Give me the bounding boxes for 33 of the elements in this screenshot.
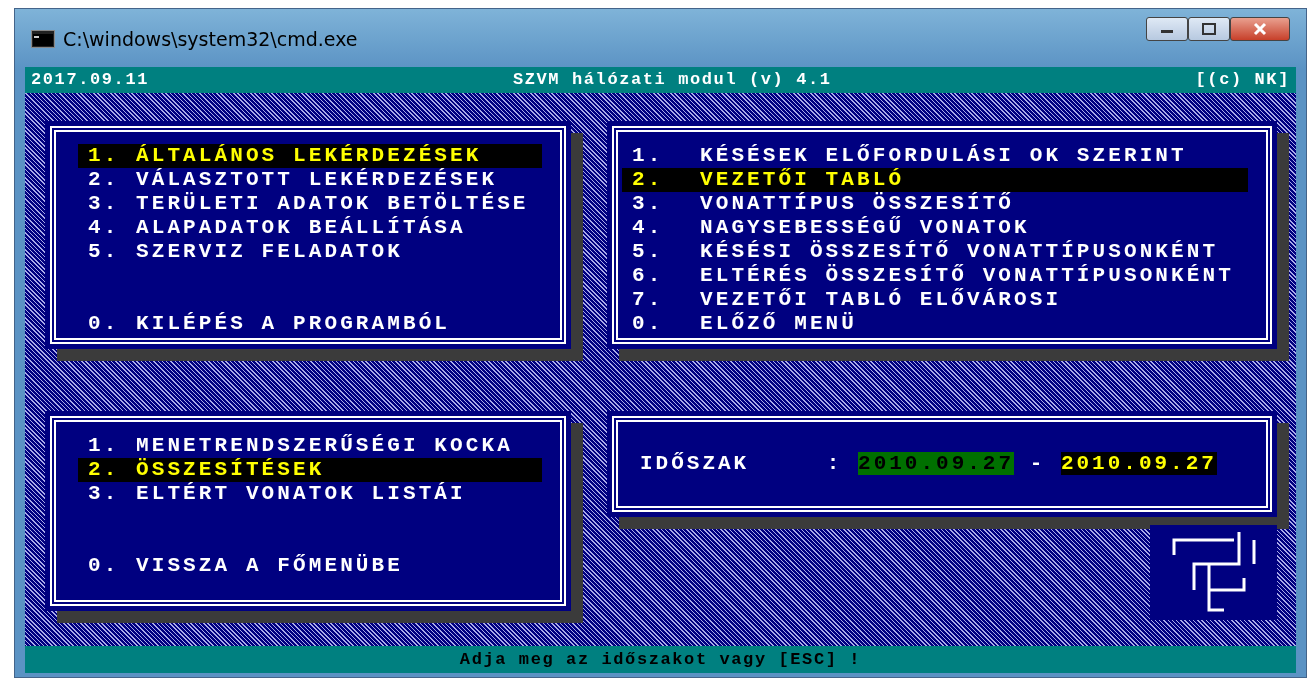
menu-item[interactable]: 3. ELTÉRT VONATOK LISTÁI <box>78 482 542 506</box>
status-message: Adja meg az időszakot vagy [ESC] ! <box>25 646 1296 673</box>
menu-item[interactable]: 0. ELŐZŐ MENÜ <box>622 312 1248 336</box>
dash: - <box>1029 452 1046 476</box>
menu-item[interactable]: 4. ALAPADATOK BEÁLLÍTÁSA <box>78 216 542 240</box>
separator: : <box>826 452 843 476</box>
close-icon <box>1252 22 1268 36</box>
maximize-button[interactable] <box>1188 17 1230 41</box>
header-title: SZVM hálózati modul (v) 4.1 <box>512 69 832 91</box>
header-copyright: [(c) NK] <box>1195 69 1290 91</box>
date-to-field[interactable]: 2010.09.27 <box>1060 452 1217 476</box>
console-icon <box>31 30 55 49</box>
menu-item[interactable]: 4. NAGYSEBESSÉGŰ VONATOK <box>622 216 1248 240</box>
maximize-icon <box>1201 22 1217 36</box>
menu-item[interactable]: 3. TERÜLETI ADATOK BETÖLTÉSE <box>78 192 542 216</box>
close-button[interactable] <box>1230 17 1290 41</box>
menu-item[interactable]: 7. VEZETŐI TABLÓ ELŐVÁROSI <box>622 288 1248 312</box>
window-title: C:\windows\system32\cmd.exe <box>63 27 358 52</box>
menu-item[interactable]: 1. ÁLTALÁNOS LEKÉRDEZÉSEK <box>78 144 542 168</box>
menu-item[interactable]: 5. SZERVIZ FELADATOK <box>78 240 542 264</box>
menu-item[interactable]: 6. ELTÉRÉS ÖSSZESÍTŐ VONATTÍPUSONKÉNT <box>622 264 1248 288</box>
menu-item[interactable]: 1. KÉSÉSEK ELŐFORDULÁSI OK SZERINT <box>622 144 1248 168</box>
menu-item[interactable]: 0. KILÉPÉS A PROGRAMBÓL <box>78 312 542 336</box>
menu-item[interactable]: 0. VISSZA A FŐMENÜBE <box>78 554 542 578</box>
header-date: 2017.09.11 <box>31 69 150 91</box>
menu-item[interactable]: 3. VONATTÍPUS ÖSSZESÍTŐ <box>622 192 1248 216</box>
menu-item[interactable]: 2. VÁLASZTOTT LEKÉRDEZÉSEK <box>78 168 542 192</box>
menu-item[interactable]: 2. ÖSSZESÍTÉSEK <box>78 458 542 482</box>
menu-item[interactable]: 2. VEZETŐI TABLÓ <box>622 168 1248 192</box>
minimize-button[interactable] <box>1146 17 1188 41</box>
period-label: IDŐSZAK <box>640 452 750 476</box>
menu-item[interactable]: 5. KÉSÉSI ÖSSZESÍTŐ VONATTÍPUSONKÉNT <box>622 240 1248 264</box>
menu-item[interactable]: 1. MENETRENDSZERŰSÉGI KOCKA <box>78 434 542 458</box>
